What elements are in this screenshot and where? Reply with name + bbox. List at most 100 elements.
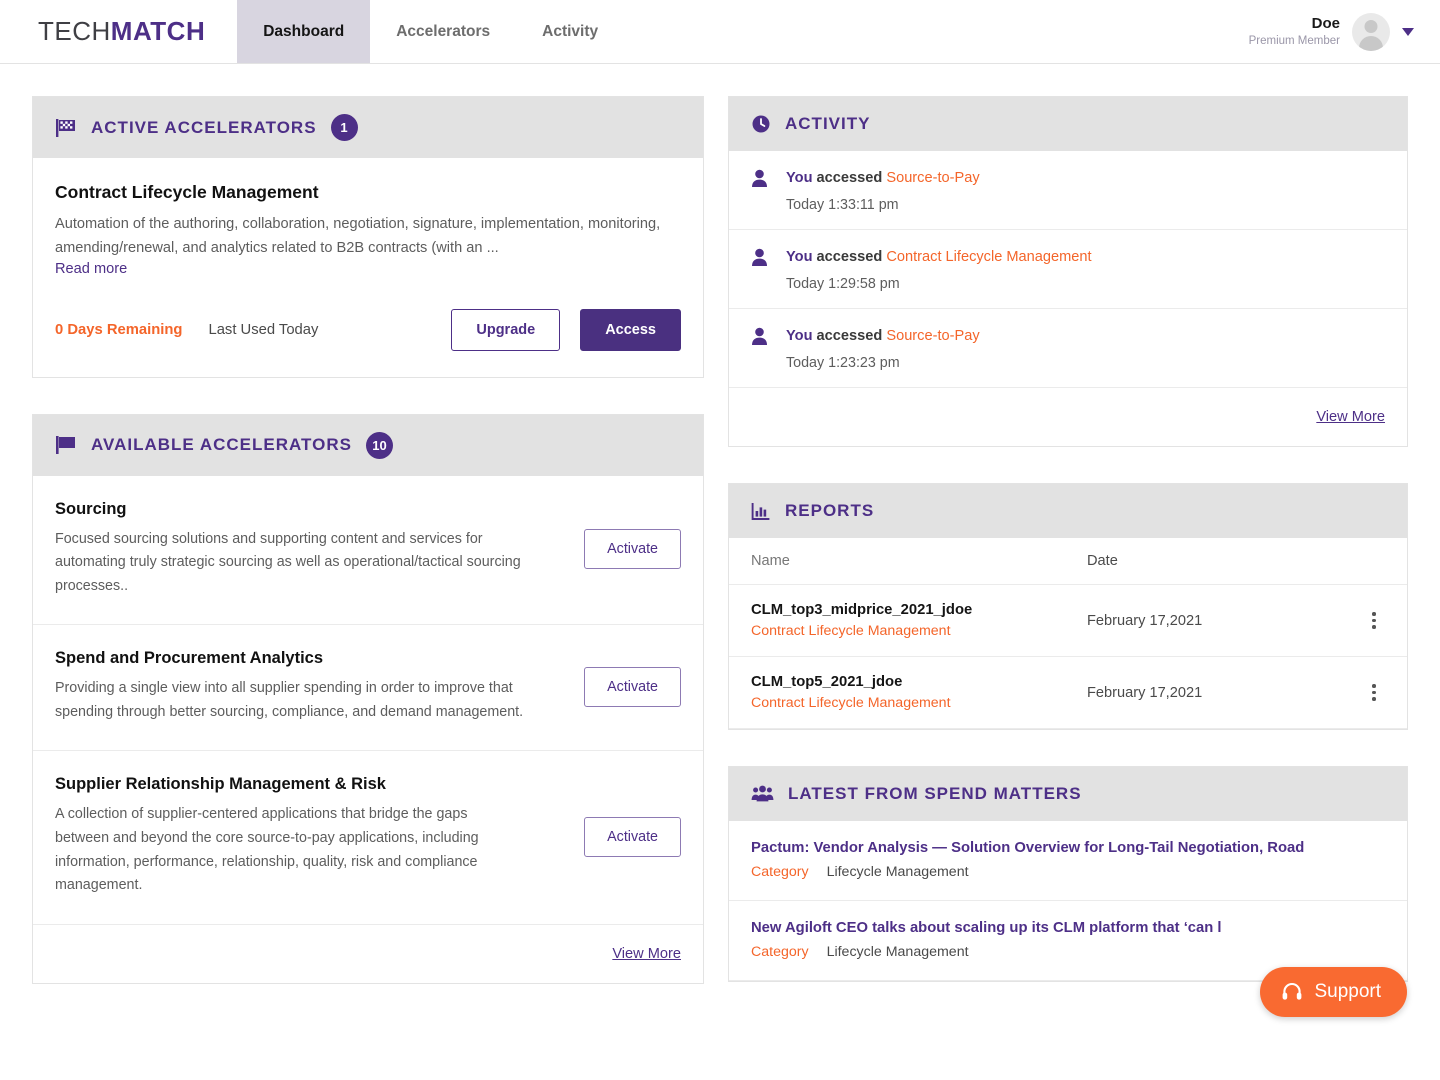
- activity-target-link[interactable]: Source-to-Pay: [886, 328, 979, 344]
- left-column: ACTIVE ACCELERATORS 1 Contract Lifecycle…: [32, 96, 704, 1020]
- report-date: February 17,2021: [1087, 612, 1203, 629]
- chevron-down-icon[interactable]: [1402, 27, 1414, 36]
- article-meta: Category Lifecycle Management: [751, 864, 1385, 880]
- report-name-cell: CLM_top3_midprice_2021_jdoe Contract Lif…: [751, 602, 1087, 639]
- report-subtitle: Contract Lifecycle Management: [751, 695, 951, 711]
- accelerator-description: Automation of the authoring, collaborati…: [55, 216, 661, 256]
- available-accelerator-info: Sourcing Focused sourcing solutions and …: [55, 500, 584, 599]
- available-accelerator-info: Supplier Relationship Management & Risk …: [55, 775, 584, 897]
- available-accelerator-title: Supplier Relationship Management & Risk: [55, 775, 386, 794]
- app-root: TECH MATCH Dashboard Accelerators Activit…: [0, 0, 1440, 1080]
- activate-button[interactable]: Activate: [584, 666, 681, 707]
- spend-matters-header: LATEST FROM SPEND MATTERS: [729, 767, 1407, 821]
- activity-item-line: You accessed Contract Lifecycle Manageme…: [786, 249, 1092, 265]
- brand-logo[interactable]: TECH MATCH: [0, 0, 237, 63]
- user-role: Premium Member: [1248, 34, 1340, 47]
- available-accelerators-count-badge: 10: [365, 431, 393, 459]
- user-avatar-icon[interactable]: [1352, 12, 1390, 51]
- user-name: Doe: [1311, 14, 1340, 32]
- activity-header: ACTIVITY: [729, 97, 1407, 151]
- activity-item-line: You accessed Source-to-Pay: [786, 170, 980, 186]
- right-column: ACTIVITY You accessed Source-to-Pay Toda…: [728, 96, 1408, 1018]
- article-meta: Category Lifecycle Management: [751, 944, 1385, 960]
- activity-target-link[interactable]: Source-to-Pay: [886, 170, 979, 186]
- activity-item-texts: You accessed Source-to-Pay Today 1:33:11…: [786, 169, 980, 213]
- dashboard-content: ACTIVE ACCELERATORS 1 Contract Lifecycle…: [0, 64, 1440, 1052]
- report-name[interactable]: CLM_top3_midprice_2021_jdoe: [751, 602, 1087, 618]
- activity-verb: accessed: [816, 249, 883, 265]
- person-icon: [751, 327, 768, 346]
- activate-button[interactable]: Activate: [584, 528, 681, 569]
- tab-accelerators[interactable]: Accelerators: [370, 0, 516, 63]
- reports-table-header: Name Date: [729, 538, 1407, 585]
- activity-target-link[interactable]: Contract Lifecycle Management: [886, 249, 1091, 265]
- support-button[interactable]: Support: [1260, 967, 1407, 1017]
- category-value: Lifecycle Management: [826, 864, 969, 880]
- checkered-flag-icon: [55, 118, 77, 138]
- accelerator-footer: 0 Days Remaining Last Used Today Upgrade…: [55, 308, 681, 351]
- person-icon: [751, 169, 768, 188]
- report-subtitle: Contract Lifecycle Management: [751, 623, 951, 639]
- article-title-link[interactable]: New Agiloft CEO talks about scaling up i…: [751, 920, 1385, 936]
- accelerator-actions: Upgrade Access: [451, 308, 681, 351]
- activity-item-line: You accessed Source-to-Pay: [786, 328, 980, 344]
- tab-dashboard[interactable]: Dashboard: [237, 0, 371, 63]
- activate-button[interactable]: Activate: [584, 816, 681, 857]
- tab-activity[interactable]: Activity: [516, 0, 624, 63]
- top-navigation-bar: TECH MATCH Dashboard Accelerators Activit…: [0, 0, 1440, 64]
- available-accelerator-row: Supplier Relationship Management & Risk …: [33, 751, 703, 925]
- available-accelerators-card: AVAILABLE ACCELERATORS 10 Sourcing Focus…: [32, 413, 704, 984]
- reports-column-date: Date: [1087, 553, 1118, 569]
- activity-verb: accessed: [816, 328, 883, 344]
- article-title-link[interactable]: Pactum: Vendor Analysis — Solution Overv…: [751, 840, 1385, 856]
- row-more-options-icon[interactable]: [1363, 612, 1385, 629]
- active-accelerators-count-badge: 1: [330, 114, 358, 141]
- headset-icon: [1281, 981, 1303, 1003]
- available-accelerators-header: AVAILABLE ACCELERATORS 10: [33, 414, 703, 476]
- brand-logo-part1: TECH: [38, 16, 111, 46]
- row-more-options-icon[interactable]: [1363, 684, 1385, 701]
- activity-timestamp: Today 1:23:23 pm: [786, 355, 900, 371]
- report-name-cell: CLM_top5_2021_jdoe Contract Lifecycle Ma…: [751, 674, 1087, 711]
- table-row: CLM_top3_midprice_2021_jdoe Contract Lif…: [729, 585, 1407, 657]
- active-accelerator-item: Contract Lifecycle Management Automation…: [33, 158, 703, 377]
- flag-icon: [55, 435, 77, 455]
- view-more-link[interactable]: View More: [612, 946, 681, 962]
- activity-item: You accessed Contract Lifecycle Manageme…: [729, 230, 1407, 309]
- available-accelerator-title: Spend and Procurement Analytics: [55, 649, 324, 668]
- reports-title: REPORTS: [785, 501, 875, 520]
- upgrade-button[interactable]: Upgrade: [451, 308, 561, 351]
- support-button-label: Support: [1314, 981, 1381, 1002]
- activity-item: You accessed Source-to-Pay Today 1:23:23…: [729, 309, 1407, 388]
- activity-timestamp: Today 1:29:58 pm: [786, 276, 900, 292]
- bar-chart-icon: [751, 502, 771, 521]
- category-label: Category: [751, 944, 809, 960]
- available-accelerators-footer: View More: [33, 925, 703, 983]
- last-used-text: Last Used Today: [208, 321, 319, 338]
- activity-verb: accessed: [816, 170, 883, 186]
- activity-item: You accessed Source-to-Pay Today 1:33:11…: [729, 151, 1407, 230]
- active-accelerators-card: ACTIVE ACCELERATORS 1 Contract Lifecycle…: [32, 96, 704, 378]
- category-label: Category: [751, 864, 809, 880]
- available-accelerator-description: Providing a single view into all supplie…: [55, 680, 524, 720]
- users-group-icon: [751, 785, 774, 803]
- available-accelerator-description: Focused sourcing solutions and supportin…: [55, 530, 521, 594]
- available-accelerator-title: Sourcing: [55, 499, 127, 518]
- activity-item-texts: You accessed Contract Lifecycle Manageme…: [786, 248, 1092, 292]
- reports-card: REPORTS Name Date CLM_top3_midprice_2021…: [728, 483, 1408, 730]
- activity-timestamp: Today 1:33:11 pm: [786, 197, 899, 213]
- access-button[interactable]: Access: [580, 308, 681, 351]
- read-more-link[interactable]: Read more: [55, 261, 681, 277]
- nav-tabs: Dashboard Accelerators Activity: [237, 0, 624, 63]
- brand-logo-part2: MATCH: [110, 16, 206, 46]
- activity-title: ACTIVITY: [785, 114, 871, 133]
- table-row: CLM_top5_2021_jdoe Contract Lifecycle Ma…: [729, 657, 1407, 729]
- reports-header: REPORTS: [729, 484, 1407, 538]
- available-accelerator-row: Spend and Procurement Analytics Providin…: [33, 625, 703, 752]
- person-icon: [751, 248, 768, 267]
- user-menu[interactable]: Doe Premium Member: [1249, 0, 1414, 63]
- report-name[interactable]: CLM_top5_2021_jdoe: [751, 674, 1087, 690]
- active-accelerators-title: ACTIVE ACCELERATORS: [91, 117, 317, 137]
- view-more-link[interactable]: View More: [1316, 409, 1385, 425]
- clock-icon: [751, 114, 771, 134]
